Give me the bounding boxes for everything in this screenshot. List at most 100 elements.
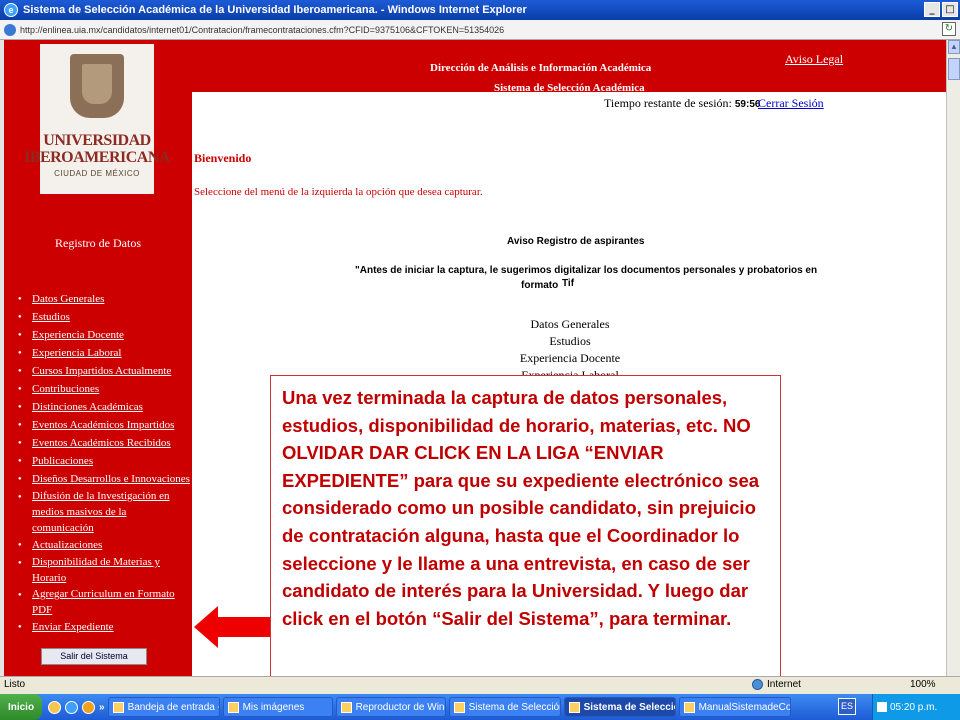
status-text: Listo [4, 679, 26, 690]
left-arrow-icon [194, 606, 270, 648]
page-icon [4, 23, 16, 36]
session-label: Tiempo restante de sesión: [604, 96, 732, 110]
sidebar: UNIVERSIDAD IBEROAMERICANA CIUDAD DE MÉX… [0, 40, 192, 676]
mail-icon [112, 701, 124, 713]
sidebar-link-actualizaciones[interactable]: Actualizaciones [32, 539, 102, 551]
sidebar-link-eventos-recibidos[interactable]: Eventos Académicos Recibidos [32, 437, 171, 449]
sidebar-link-datos-generales[interactable]: Datos Generales [32, 293, 104, 305]
window-title: Sistema de Selección Académica de la Uni… [23, 4, 527, 16]
start-button[interactable]: Inicio [0, 694, 42, 720]
sidebar-item: Publicaciones [18, 452, 190, 470]
sidebar-item: Contribuciones [18, 380, 190, 398]
sidebar-item: Distinciones Académicas [18, 398, 190, 416]
address-bar[interactable]: http://enlinea.uia.mx/candidatos/interne… [0, 20, 960, 40]
logo-text-3: CIUDAD DE MÉXICO [54, 169, 140, 178]
sidebar-link-curriculum-pdf[interactable]: Agregar Curriculum en Formato PDF [32, 586, 190, 618]
header-subtitle: Sistema de Selección Académica [494, 82, 645, 94]
internet-explorer-icon [568, 701, 580, 713]
sidebar-link-publicaciones[interactable]: Publicaciones [32, 455, 93, 467]
logout-button[interactable]: Salir del Sistema [41, 648, 147, 665]
sidebar-item: Difusión de la Investigación en medios m… [18, 488, 190, 536]
tray-icon[interactable] [877, 702, 887, 712]
zoom-level[interactable]: 100% [910, 679, 936, 690]
sidebar-link-experiencia-laboral[interactable]: Experiencia Laboral [32, 347, 121, 359]
sidebar-link-estudios[interactable]: Estudios [32, 311, 70, 323]
globe-icon [752, 679, 763, 690]
sidebar-item: Diseños Desarrollos e Innovaciones [18, 470, 190, 488]
notice-title: Aviso Registro de aspirantes [507, 236, 645, 247]
header-banner: Dirección de Análisis e Información Acad… [192, 40, 946, 94]
logout-link[interactable]: Cerrar Sesión [758, 96, 824, 111]
taskbar-item[interactable]: Reproductor de Window... [335, 697, 446, 717]
internet-explorer-icon [453, 701, 465, 713]
sidebar-item: Eventos Académicos Impartidos [18, 416, 190, 434]
internet-explorer-icon[interactable] [65, 700, 78, 714]
sidebar-item: Eventos Académicos Recibidos [18, 434, 190, 452]
sidebar-item: Experiencia Laboral [18, 344, 190, 362]
sidebar-item: Cursos Impartidos Actualmente [18, 362, 190, 380]
security-zone: Internet [752, 679, 801, 690]
sidebar-item: Disponibilidad de Materias y Horario [18, 554, 190, 586]
callout-text: Una vez terminada la captura de datos pe… [282, 387, 760, 629]
scroll-thumb[interactable] [948, 58, 960, 80]
sidebar-item: Datos Generales [18, 290, 190, 308]
welcome-heading: Bienvenido [194, 151, 252, 165]
url-text[interactable]: http://enlinea.uia.mx/candidatos/interne… [20, 25, 504, 35]
refresh-icon[interactable]: ↻ [942, 22, 956, 36]
word-document-icon [683, 701, 695, 713]
zone-label: Internet [767, 679, 801, 690]
language-indicator[interactable]: ES [838, 698, 856, 715]
sidebar-item: Enviar Expediente [18, 618, 190, 636]
media-player-icon [340, 701, 352, 713]
instruction-callout: Una vez terminada la captura de datos pe… [270, 375, 781, 677]
logo-text-2: IBEROAMERICANA [24, 149, 170, 166]
sidebar-link-cursos-impartidos[interactable]: Cursos Impartidos Actualmente [32, 365, 171, 377]
notice-text-line2: formato [521, 280, 559, 291]
vertical-scrollbar[interactable]: ▲ [946, 40, 960, 676]
sidebar-link-enviar-expediente[interactable]: Enviar Expediente [32, 621, 114, 633]
taskbar-item[interactable]: ManualSistemadeContrat... [678, 697, 791, 717]
header-title: Dirección de Análisis e Información Acad… [430, 62, 652, 74]
logo-text-1: UNIVERSIDAD [43, 132, 151, 149]
sidebar-link-eventos-impartidos[interactable]: Eventos Académicos Impartidos [32, 419, 174, 431]
sidebar-item: Agregar Curriculum en Formato PDF [18, 586, 190, 618]
taskbar-item[interactable]: Bandeja de entrada - Mic... [107, 697, 220, 717]
document-list: Datos Generales Estudios Experiencia Doc… [500, 316, 640, 384]
notice-text-line1: "Antes de iniciar la captura, le sugerim… [355, 265, 818, 276]
document-item: Estudios [549, 334, 591, 348]
taskbar: Inicio » Bandeja de entrada - Mic... Mis… [0, 694, 960, 720]
session-time: 59:56 [734, 99, 761, 110]
sidebar-link-difusion[interactable]: Difusión de la Investigación en medios m… [32, 488, 190, 536]
status-bar: Listo Internet 100% [0, 676, 960, 694]
sidebar-link-disenos[interactable]: Diseños Desarrollos e Innovaciones [32, 473, 190, 485]
sidebar-item: Actualizaciones [18, 536, 190, 554]
session-timer: Tiempo restante de sesión: 59:56 [604, 96, 760, 111]
sidebar-item: Experiencia Docente [18, 326, 190, 344]
document-item: Datos Generales [530, 317, 610, 331]
crest-icon [70, 54, 124, 118]
minimize-button[interactable]: _ [924, 2, 940, 17]
taskbar-item-active[interactable]: Sistema de Selección ... [563, 697, 676, 717]
sidebar-menu: Datos Generales Estudios Experiencia Doc… [18, 290, 190, 636]
quick-launch [48, 700, 95, 714]
system-tray: 05:20 p.m. [872, 694, 960, 720]
folder-icon[interactable] [48, 700, 61, 714]
taskbar-item[interactable]: Sistema de Selección Aca... [448, 697, 561, 717]
quick-launch-more[interactable]: » [99, 702, 105, 713]
sidebar-link-contribuciones[interactable]: Contribuciones [32, 383, 99, 395]
sidebar-link-experiencia-docente[interactable]: Experiencia Docente [32, 329, 124, 341]
window-title-bar[interactable]: e Sistema de Selección Académica de la U… [0, 0, 960, 20]
folder-icon [227, 701, 239, 713]
maximize-button[interactable]: □ [942, 2, 958, 17]
sidebar-item: Estudios [18, 308, 190, 326]
sidebar-link-disponibilidad[interactable]: Disponibilidad de Materias y Horario [32, 554, 190, 586]
sidebar-title: Registro de Datos [55, 236, 141, 250]
university-logo: UNIVERSIDAD IBEROAMERICANA CIUDAD DE MÉX… [24, 44, 170, 194]
instruction-text: Seleccione del menú de la izquierda la o… [194, 186, 483, 198]
taskbar-item[interactable]: Mis imágenes [222, 697, 333, 717]
legal-notice-link[interactable]: Aviso Legal [785, 52, 843, 67]
notice-format: Tif [562, 278, 575, 289]
sidebar-link-distinciones[interactable]: Distinciones Académicas [32, 401, 143, 413]
media-icon[interactable] [82, 700, 95, 714]
scroll-up-icon[interactable]: ▲ [948, 40, 960, 54]
